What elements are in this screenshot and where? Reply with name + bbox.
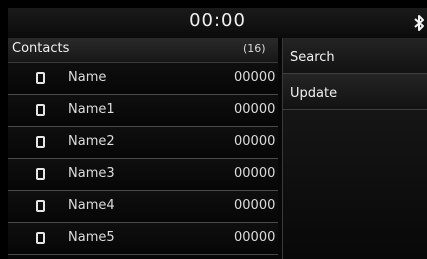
contact-number: 00000 xyxy=(234,134,276,149)
mobile-phone-icon xyxy=(36,200,45,212)
contacts-count: (16) xyxy=(243,42,266,55)
update-menu-item[interactable]: Update xyxy=(283,74,427,110)
contacts-header: Contacts (16) xyxy=(8,38,278,63)
contact-name: Name2 xyxy=(68,134,115,149)
contact-list: Name 00000 Name1 00000 Name2 00000 Name3… xyxy=(8,63,278,255)
contact-number: 00000 xyxy=(234,230,276,245)
screen: 00:00 Contacts (16) Name 00000 Name1 000… xyxy=(8,8,427,259)
contact-number: 00000 xyxy=(234,198,276,213)
contact-name: Name5 xyxy=(68,230,115,245)
contact-row[interactable]: Name 00000 xyxy=(8,63,278,95)
mobile-phone-icon xyxy=(36,136,45,148)
contact-row[interactable]: Name3 00000 xyxy=(8,159,278,191)
options-menu: Search Update xyxy=(282,38,427,259)
contact-name: Name xyxy=(68,70,107,85)
mobile-phone-icon xyxy=(36,232,45,244)
contact-name: Name3 xyxy=(68,166,115,181)
contact-row[interactable]: Name5 00000 xyxy=(8,223,278,255)
contact-row[interactable]: Name2 00000 xyxy=(8,127,278,159)
clock: 00:00 xyxy=(189,10,246,31)
search-menu-item[interactable]: Search xyxy=(283,38,427,74)
mobile-phone-icon xyxy=(36,72,45,84)
contact-name: Name1 xyxy=(68,102,115,117)
status-bar: 00:00 xyxy=(8,8,427,38)
contact-number: 00000 xyxy=(234,166,276,181)
mobile-phone-icon xyxy=(36,104,45,116)
contact-row[interactable]: Name4 00000 xyxy=(8,191,278,223)
contact-number: 00000 xyxy=(234,102,276,117)
contacts-title: Contacts xyxy=(12,41,70,56)
mobile-phone-icon xyxy=(36,168,45,180)
contact-row[interactable]: Name1 00000 xyxy=(8,95,278,127)
contact-number: 00000 xyxy=(234,70,276,85)
bluetooth-icon xyxy=(414,15,424,31)
contact-name: Name4 xyxy=(68,198,115,213)
